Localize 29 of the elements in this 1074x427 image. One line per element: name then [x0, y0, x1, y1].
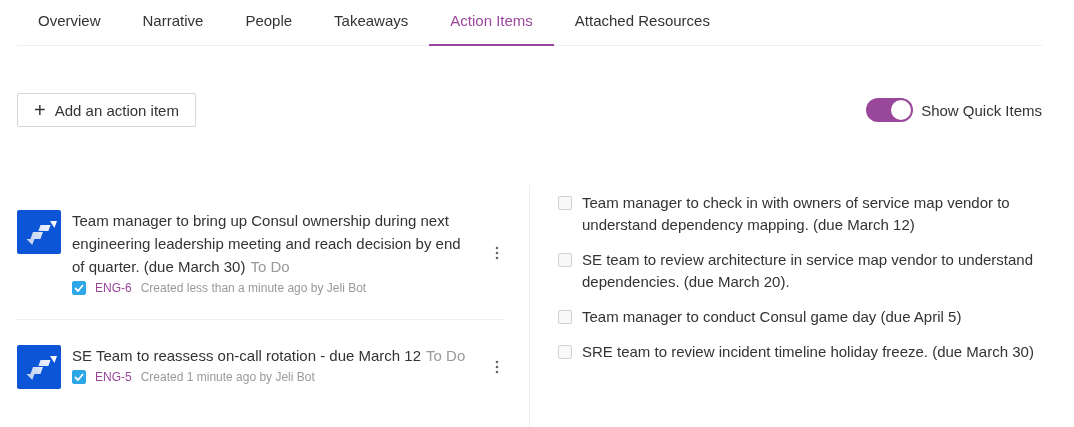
checkbox[interactable]	[558, 253, 572, 267]
more-options-icon[interactable]	[495, 360, 499, 374]
checkbox[interactable]	[558, 345, 572, 359]
toggle-label: Show Quick Items	[921, 101, 1042, 119]
action-item-title: Team manager to bring up Consul ownership during next engineering leadership meeting and reach decision by end of quarter. (due March 30) To Do	[72, 211, 462, 277]
toggle-switch[interactable]	[866, 98, 914, 122]
tab[interactable]: Action Items	[429, 0, 554, 46]
checkbox[interactable]	[558, 310, 572, 324]
checkbox[interactable]	[72, 281, 86, 295]
created-info: Created less than a minute ago by Jeli Bot	[140, 281, 367, 295]
quick-item-text: Team manager to conduct Consul game day (due April 5)	[582, 307, 962, 327]
tab[interactable]: Narrative	[121, 0, 225, 46]
tab[interactable]: Takeaways	[313, 0, 430, 46]
issue-key-link[interactable]: ENG-6	[95, 281, 132, 295]
quick-item-text: SRE team to review incident timeline holiday freeze. (due March 30)	[582, 342, 1034, 362]
tab[interactable]: Attached Resources	[553, 0, 731, 46]
checkbox[interactable]	[558, 196, 572, 210]
checkbox[interactable]	[72, 370, 86, 384]
created-info: Created 1 minute ago by Jeli Bot	[140, 370, 315, 384]
quick-item-text: Team manager to check in with owners of service map vendor to understand dependency mapping. (due March 12)	[582, 193, 1011, 235]
app-logo-icon	[17, 210, 61, 254]
action-item-title: SE Team to reassess on-call rotation - due March 12 To Do	[72, 346, 467, 366]
more-options-icon[interactable]	[495, 245, 499, 260]
app-logo-icon	[17, 345, 61, 389]
issue-key-link[interactable]: ENG-5	[95, 370, 132, 384]
quick-item-text: SE team to review architecture in service map vendor to understand dependencies. (due March 20).	[582, 250, 1035, 292]
add-action-item-button[interactable]: + Add an action item	[17, 93, 196, 127]
tab[interactable]: Overview	[17, 0, 122, 46]
tab[interactable]: People	[224, 0, 314, 46]
